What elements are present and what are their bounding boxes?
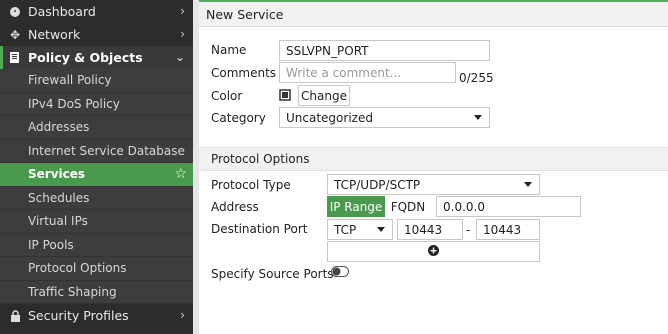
dashboard-icon: [8, 6, 22, 18]
page-title: New Service: [206, 6, 284, 22]
sidebar: Dashboard › ✥ Network › Policy & Objects…: [0, 0, 193, 334]
page-title-bar: New Service: [199, 0, 668, 27]
color-change-button[interactable]: Change: [298, 85, 350, 106]
nav-security-profiles[interactable]: Security Profiles ›: [0, 304, 193, 327]
protocol-type-select[interactable]: TCP/UDP/SCTP: [327, 174, 540, 195]
sidebar-item-internet-service-database[interactable]: Internet Service Database: [0, 139, 193, 163]
chevron-down-icon: [377, 227, 385, 232]
destination-protocol-value: TCP: [334, 222, 357, 237]
name-label: Name: [211, 43, 247, 57]
sidebar-item-label: Virtual IPs: [28, 214, 88, 229]
address-iprange-toggle[interactable]: IP Range: [327, 196, 385, 217]
comments-counter: 0/255: [459, 71, 494, 85]
category-select[interactable]: Uncategorized: [279, 107, 490, 128]
address-field[interactable]: 0.0.0.0: [436, 196, 581, 217]
color-label: Color: [211, 89, 243, 103]
chevron-right-icon: ›: [180, 27, 185, 41]
sidebar-item-ipv4-dos-policy[interactable]: IPv4 DoS Policy: [0, 92, 193, 116]
sidebar-item-virtual-ips[interactable]: Virtual IPs: [0, 210, 193, 234]
lock-icon: [8, 309, 22, 322]
sidebar-item-label: IP Pools: [28, 237, 74, 252]
address-label: Address: [211, 200, 259, 214]
comments-label: Comments: [211, 66, 277, 80]
destination-port-label: Destination Port: [211, 222, 308, 236]
nav-dashboard-label: Dashboard: [28, 4, 96, 19]
address-fqdn-toggle[interactable]: FQDN: [385, 196, 431, 217]
main-panel: New Service Name SSLVPN_PORT Comments Wr…: [193, 0, 668, 334]
chevron-down-icon: [524, 182, 532, 187]
category-label: Category: [211, 111, 266, 125]
sidebar-item-addresses[interactable]: Addresses: [0, 116, 193, 140]
sidebar-item-label: Protocol Options: [28, 261, 127, 276]
color-swatch-icon: [279, 89, 291, 104]
name-field[interactable]: SSLVPN_PORT: [279, 40, 490, 61]
sidebar-item-schedules[interactable]: Schedules: [0, 186, 193, 210]
sidebar-item-label: IPv4 DoS Policy: [28, 96, 120, 111]
nav-network[interactable]: ✥ Network ›: [0, 23, 193, 46]
category-select-value: Uncategorized: [286, 110, 373, 125]
star-icon[interactable]: ☆: [174, 163, 187, 186]
sidebar-item-ip-pools[interactable]: IP Pools: [0, 233, 193, 257]
port-low-field[interactable]: 10443: [397, 219, 463, 240]
sidebar-item-label: Addresses: [28, 120, 90, 135]
protocol-type-value: TCP/UDP/SCTP: [334, 177, 421, 192]
sidebar-item-traffic-shaping[interactable]: Traffic Shaping: [0, 280, 193, 304]
protocol-type-label: Protocol Type: [211, 178, 291, 192]
network-icon: ✥: [9, 27, 21, 42]
destination-protocol-select[interactable]: TCP: [327, 219, 393, 240]
nav-policy-objects-label: Policy & Objects: [28, 50, 143, 65]
comments-placeholder: Write a comment...: [286, 65, 402, 80]
port-high-field[interactable]: 10443: [476, 219, 540, 240]
comments-field[interactable]: Write a comment...: [279, 62, 456, 83]
sidebar-item-label: Services: [28, 167, 86, 182]
sidebar-item-services[interactable]: Services ☆: [0, 163, 193, 187]
source-ports-toggle[interactable]: [331, 266, 349, 280]
add-port-range-button[interactable]: [327, 241, 540, 262]
nav-policy-objects[interactable]: Policy & Objects ⌄: [0, 46, 193, 69]
chevron-down-icon: ⌄: [174, 50, 185, 64]
chevron-right-icon: ›: [180, 4, 185, 18]
chevron-right-icon: ›: [180, 308, 185, 322]
sidebar-item-firewall-policy[interactable]: Firewall Policy: [0, 69, 193, 93]
specify-source-ports-label: Specify Source Ports: [211, 267, 334, 281]
protocol-options-section-header: Protocol Options: [199, 147, 668, 171]
nav-dashboard[interactable]: Dashboard ›: [0, 0, 193, 23]
sidebar-item-protocol-options[interactable]: Protocol Options: [0, 257, 193, 281]
chevron-down-icon: [474, 115, 482, 120]
nav-security-profiles-label: Security Profiles: [28, 308, 129, 323]
sidebar-item-label: Schedules: [28, 190, 90, 205]
add-icon: [428, 244, 439, 259]
policy-document-icon: [8, 51, 22, 64]
sidebar-item-label: Firewall Policy: [28, 73, 112, 88]
sidebar-item-label: Internet Service Database: [28, 143, 185, 158]
nav-network-label: Network: [28, 27, 81, 42]
protocol-options-title: Protocol Options: [211, 152, 310, 166]
sidebar-item-label: Traffic Shaping: [28, 284, 117, 299]
port-separator: -: [466, 223, 471, 237]
